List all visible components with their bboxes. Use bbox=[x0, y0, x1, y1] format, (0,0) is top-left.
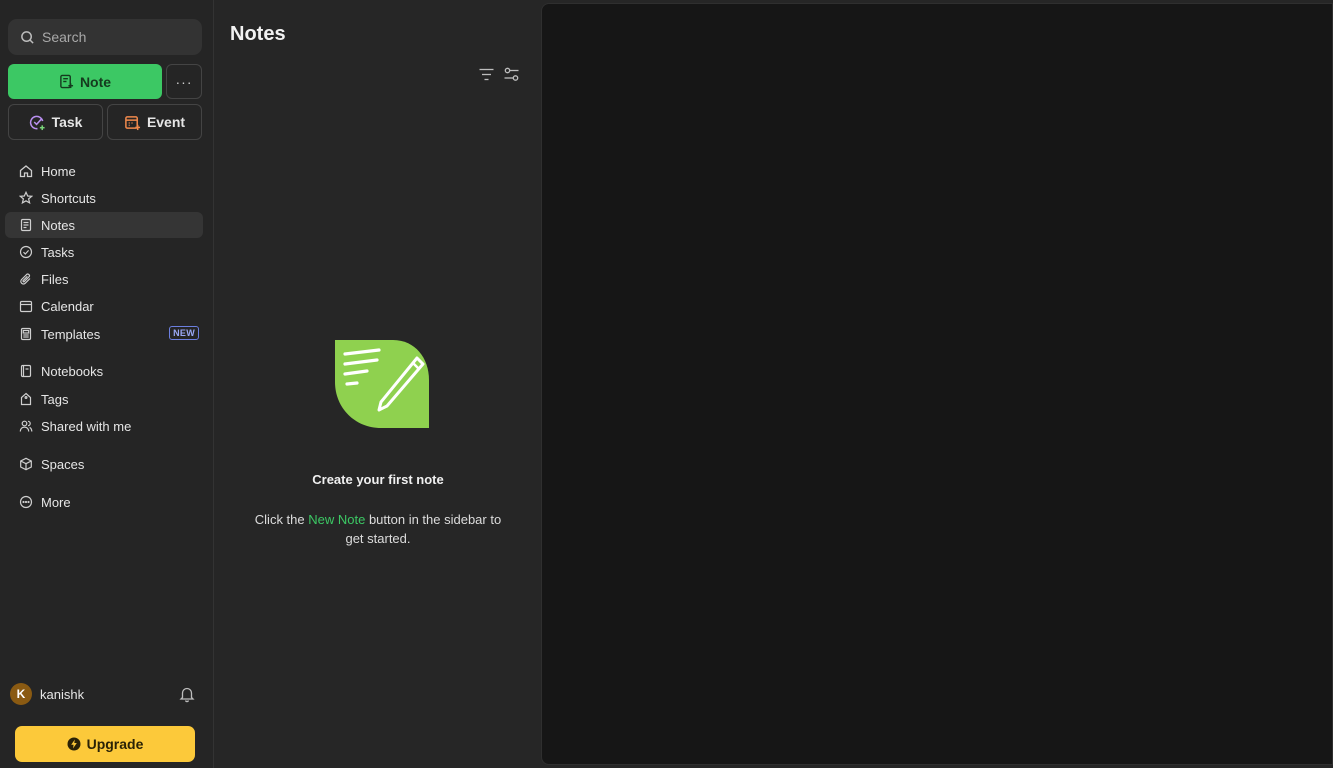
editor-pane bbox=[541, 3, 1333, 765]
upgrade-bolt-icon bbox=[67, 737, 81, 751]
home-icon bbox=[19, 165, 33, 178]
people-icon bbox=[19, 420, 33, 432]
sidebar: Search Note ··· Task Event Home Shortcut… bbox=[0, 0, 214, 768]
new-note-button[interactable]: Note bbox=[8, 64, 162, 99]
note-illustration-icon bbox=[335, 340, 429, 428]
calendar-icon bbox=[19, 300, 33, 313]
paperclip-icon bbox=[20, 273, 31, 285]
sidebar-item-files[interactable]: Files bbox=[5, 266, 203, 292]
avatar: K bbox=[10, 683, 32, 705]
new-badge: NEW bbox=[169, 326, 199, 340]
upgrade-label: Upgrade bbox=[86, 736, 144, 752]
sidebar-item-more[interactable]: More bbox=[5, 489, 203, 515]
sidebar-item-tags[interactable]: Tags bbox=[5, 386, 203, 412]
sort-filter-icon[interactable] bbox=[478, 66, 495, 83]
sidebar-item-label: Notebooks bbox=[41, 363, 104, 379]
sidebar-item-shared-with-me[interactable]: Shared with me bbox=[5, 413, 203, 439]
page-title: Notes bbox=[230, 23, 286, 45]
new-note-link[interactable]: New Note bbox=[308, 512, 365, 527]
username: kanishk bbox=[40, 686, 85, 702]
app-window: Search Note ··· Task Event Home Shortcut… bbox=[0, 0, 1333, 768]
sidebar-item-home[interactable]: Home bbox=[5, 158, 203, 184]
ellipsis-icon: ··· bbox=[175, 73, 193, 90]
template-icon bbox=[20, 327, 32, 341]
search-placeholder: Search bbox=[42, 29, 87, 45]
sidebar-item-label: Home bbox=[41, 163, 76, 179]
sidebar-item-label: Notes bbox=[41, 217, 75, 233]
sidebar-item-label: Shared with me bbox=[41, 418, 132, 434]
empty-state-description: Click the New Note button in the sidebar… bbox=[245, 510, 511, 548]
sidebar-item-notebooks[interactable]: Notebooks bbox=[5, 358, 203, 384]
new-task-label: Task bbox=[51, 114, 83, 130]
sidebar-item-calendar[interactable]: Calendar bbox=[5, 293, 203, 319]
note-plus-icon bbox=[60, 74, 73, 89]
sidebar-item-notes[interactable]: Notes bbox=[5, 212, 203, 238]
bell-icon[interactable] bbox=[178, 685, 196, 703]
notes-list-panel: Notes Create your first note Click the N… bbox=[215, 0, 541, 768]
new-event-label: Event bbox=[146, 114, 186, 130]
more-options-button[interactable]: ··· bbox=[166, 64, 202, 99]
sidebar-item-spaces[interactable]: Spaces bbox=[5, 451, 203, 477]
new-event-button[interactable]: Event bbox=[107, 104, 202, 140]
sidebar-item-label: Calendar bbox=[41, 298, 94, 314]
calendar-plus-icon bbox=[125, 115, 140, 130]
more-circle-icon bbox=[19, 495, 33, 509]
task-plus-icon bbox=[29, 115, 45, 130]
sidebar-item-shortcuts[interactable]: Shortcuts bbox=[5, 185, 203, 211]
sidebar-item-label: Tasks bbox=[41, 244, 75, 260]
search-input[interactable]: Search bbox=[8, 19, 202, 55]
sidebar-item-templates[interactable]: Templates NEW bbox=[5, 321, 203, 347]
check-circle-icon bbox=[19, 245, 33, 259]
sidebar-item-label: Files bbox=[41, 271, 69, 287]
notebook-icon bbox=[20, 364, 32, 378]
sidebar-item-label: Templates bbox=[41, 326, 101, 342]
new-note-label: Note bbox=[79, 73, 112, 90]
upgrade-button[interactable]: Upgrade bbox=[15, 726, 195, 762]
sidebar-item-tasks[interactable]: Tasks bbox=[5, 239, 203, 265]
star-icon bbox=[19, 191, 33, 205]
tag-icon bbox=[20, 392, 32, 406]
empty-desc-after: button in the sidebar to get started. bbox=[345, 512, 502, 546]
search-icon bbox=[21, 30, 34, 44]
user-account[interactable]: K kanishk bbox=[10, 682, 200, 706]
sidebar-item-label: Spaces bbox=[41, 456, 85, 472]
empty-state-title: Create your first note bbox=[312, 472, 444, 487]
sidebar-item-label: Shortcuts bbox=[41, 190, 96, 206]
empty-desc-before: Click the bbox=[254, 512, 309, 527]
note-icon bbox=[20, 218, 32, 232]
sidebar-item-label: More bbox=[41, 494, 71, 510]
new-task-button[interactable]: Task bbox=[8, 104, 103, 140]
cube-icon bbox=[20, 457, 32, 471]
sidebar-item-label: Tags bbox=[41, 391, 69, 407]
settings-sliders-icon[interactable] bbox=[503, 66, 520, 83]
